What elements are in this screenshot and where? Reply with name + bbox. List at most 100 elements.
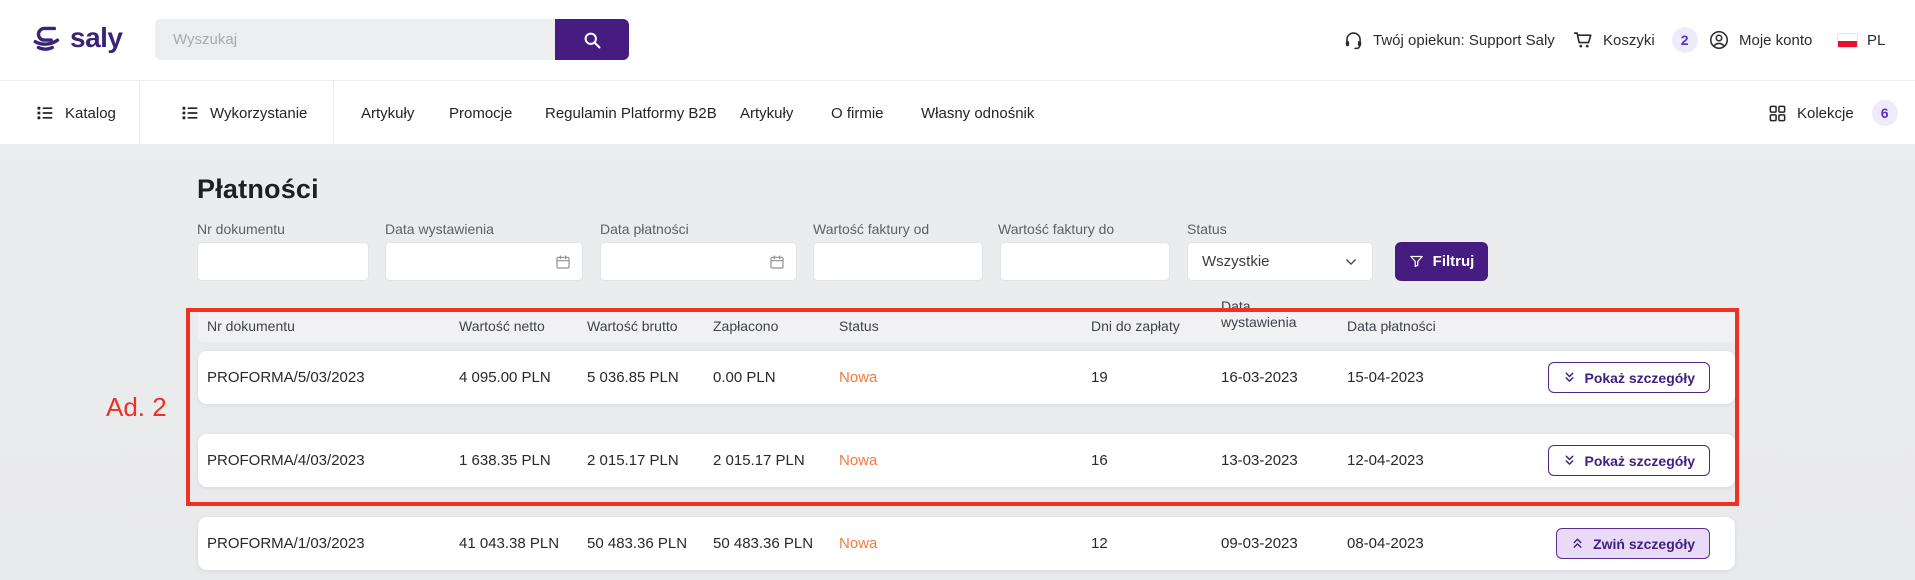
nav-separator: [139, 81, 140, 145]
cell-platnosci: 15-04-2023: [1347, 351, 1424, 404]
chevron-down-icon: [1344, 255, 1358, 269]
cell-brutto: 50 483.36 PLN: [587, 517, 687, 570]
col-header-wystawienia: Data wystawienia: [1221, 298, 1307, 330]
cell-nr: PROFORMA/1/03/2023: [207, 517, 365, 570]
saly-logo[interactable]: saly: [30, 22, 123, 54]
filtruj-label: Filtruj: [1433, 253, 1475, 270]
nav-link-label: Artykuły: [361, 105, 414, 122]
filter-label-wartosc-do: Wartość faktury do: [998, 221, 1114, 237]
language-switch[interactable]: PL: [1837, 0, 1885, 80]
nr-dokumentu-field: [197, 242, 369, 281]
kolekcje-count-badge: 6: [1872, 100, 1898, 126]
nav-link-label: Regulamin Platformy B2B: [545, 105, 717, 122]
payments-page: saly Twój opiekun: Sup: [0, 0, 1915, 580]
data-wystawienia-input[interactable]: [386, 243, 582, 280]
filter-label-data-platnosci: Data płatności: [600, 221, 689, 237]
cell-wystawienia: 09-03-2023: [1221, 517, 1298, 570]
calendar-icon[interactable]: [769, 254, 785, 270]
filter-label-nr-dokumentu: Nr dokumentu: [197, 221, 285, 237]
wartosc-od-input[interactable]: [814, 243, 982, 280]
double-chevron-down-icon: [1563, 371, 1576, 384]
carts-count-badge: 2: [1672, 27, 1698, 53]
wartosc-do-field: [1000, 242, 1170, 281]
search-icon: [582, 30, 602, 50]
search-button[interactable]: [555, 19, 629, 60]
status-select[interactable]: Wszystkie: [1187, 242, 1373, 281]
nav-katalog[interactable]: Katalog: [35, 81, 116, 145]
collapse-details-button[interactable]: Zwiń szczegóły: [1556, 528, 1710, 559]
list-icon: [180, 103, 200, 123]
cart-icon: [1572, 29, 1594, 51]
table-row: PROFORMA/5/03/2023 4 095.00 PLN 5 036.85…: [198, 351, 1735, 404]
language-label: PL: [1867, 32, 1885, 49]
col-header-nr: Nr dokumentu: [207, 311, 295, 342]
cell-zaplacono: 0.00 PLN: [713, 351, 776, 404]
nav-link-label: Artykuły: [740, 105, 793, 122]
headset-icon: [1343, 30, 1364, 51]
nav-regulamin[interactable]: Regulamin Platformy B2B: [545, 81, 717, 145]
nav-wlasny-odnosnik[interactable]: Własny odnośnik: [921, 81, 1034, 145]
carts-label: Koszyki: [1603, 32, 1655, 49]
cell-platnosci: 12-04-2023: [1347, 434, 1424, 487]
nav-separator: [333, 81, 334, 145]
col-header-brutto: Wartość brutto: [587, 311, 678, 342]
table-header-row: Nr dokumentu Wartość netto Wartość brutt…: [198, 311, 1735, 342]
col-header-status: Status: [839, 311, 879, 342]
cell-netto: 4 095.00 PLN: [459, 351, 551, 404]
cell-netto: 41 043.38 PLN: [459, 517, 559, 570]
search-bar: [155, 19, 629, 60]
filter-label-data-wystawienia: Data wystawienia: [385, 221, 494, 237]
main-nav: Katalog Wykorzystanie Artykuły Promocje …: [0, 80, 1915, 144]
page-title: Płatności: [197, 174, 319, 205]
wartosc-do-input[interactable]: [1001, 243, 1169, 280]
calendar-icon[interactable]: [555, 254, 571, 270]
account-link[interactable]: Moje konto: [1708, 0, 1812, 80]
cell-dni: 16: [1091, 434, 1108, 487]
account-label: Moje konto: [1739, 32, 1812, 49]
cell-dni: 19: [1091, 351, 1108, 404]
cell-platnosci: 08-04-2023: [1347, 517, 1424, 570]
cell-zaplacono: 2 015.17 PLN: [713, 434, 805, 487]
logo-text: saly: [70, 22, 123, 54]
show-details-label: Pokaż szczegóły: [1585, 453, 1696, 469]
filter-label-status: Status: [1187, 221, 1227, 237]
show-details-button[interactable]: Pokaż szczegóły: [1548, 362, 1711, 393]
filter-label-wartosc-od: Wartość faktury od: [813, 221, 929, 237]
cell-wystawienia: 13-03-2023: [1221, 434, 1298, 487]
nav-artykuly-2[interactable]: Artykuły: [740, 81, 793, 145]
data-platnosci-input[interactable]: [601, 243, 796, 280]
cell-wystawienia: 16-03-2023: [1221, 351, 1298, 404]
carts-link[interactable]: Koszyki 2: [1572, 0, 1698, 80]
nav-promocje[interactable]: Promocje: [449, 81, 512, 145]
nav-kolekcje[interactable]: Kolekcje 6: [1768, 81, 1898, 145]
filtruj-button[interactable]: Filtruj: [1395, 242, 1488, 281]
nr-dokumentu-input[interactable]: [198, 243, 368, 280]
show-details-label: Pokaż szczegóły: [1585, 370, 1696, 386]
nav-o-firmie[interactable]: O firmie: [831, 81, 884, 145]
nav-wykorzystanie[interactable]: Wykorzystanie: [180, 81, 307, 145]
status-select-value: Wszystkie: [1202, 253, 1270, 270]
nav-wykorzystanie-label: Wykorzystanie: [210, 105, 307, 122]
cell-zaplacono: 50 483.36 PLN: [713, 517, 813, 570]
double-chevron-up-icon: [1571, 537, 1584, 550]
cell-nr: PROFORMA/5/03/2023: [207, 351, 365, 404]
double-chevron-down-icon: [1563, 454, 1576, 467]
flag-pl-icon: [1837, 33, 1858, 48]
col-header-dni: Dni do zapłaty: [1091, 311, 1180, 342]
status-badge: Nowa: [839, 351, 877, 404]
nav-katalog-label: Katalog: [65, 105, 116, 122]
search-input[interactable]: [155, 19, 555, 60]
status-badge: Nowa: [839, 434, 877, 487]
table-row: PROFORMA/4/03/2023 1 638.35 PLN 2 015.17…: [198, 434, 1735, 487]
cell-nr: PROFORMA/4/03/2023: [207, 434, 365, 487]
nav-artykuly-1[interactable]: Artykuły: [361, 81, 414, 145]
show-details-button[interactable]: Pokaż szczegóły: [1548, 445, 1711, 476]
support-label: Twój opiekun: Support Saly: [1373, 32, 1555, 49]
cell-netto: 1 638.35 PLN: [459, 434, 551, 487]
nav-link-label: Własny odnośnik: [921, 105, 1034, 122]
nav-link-label: O firmie: [831, 105, 884, 122]
filter-icon: [1409, 254, 1424, 269]
collapse-details-label: Zwiń szczegóły: [1593, 536, 1695, 552]
grid-icon: [1768, 104, 1787, 123]
support-contact[interactable]: Twój opiekun: Support Saly: [1343, 0, 1555, 80]
